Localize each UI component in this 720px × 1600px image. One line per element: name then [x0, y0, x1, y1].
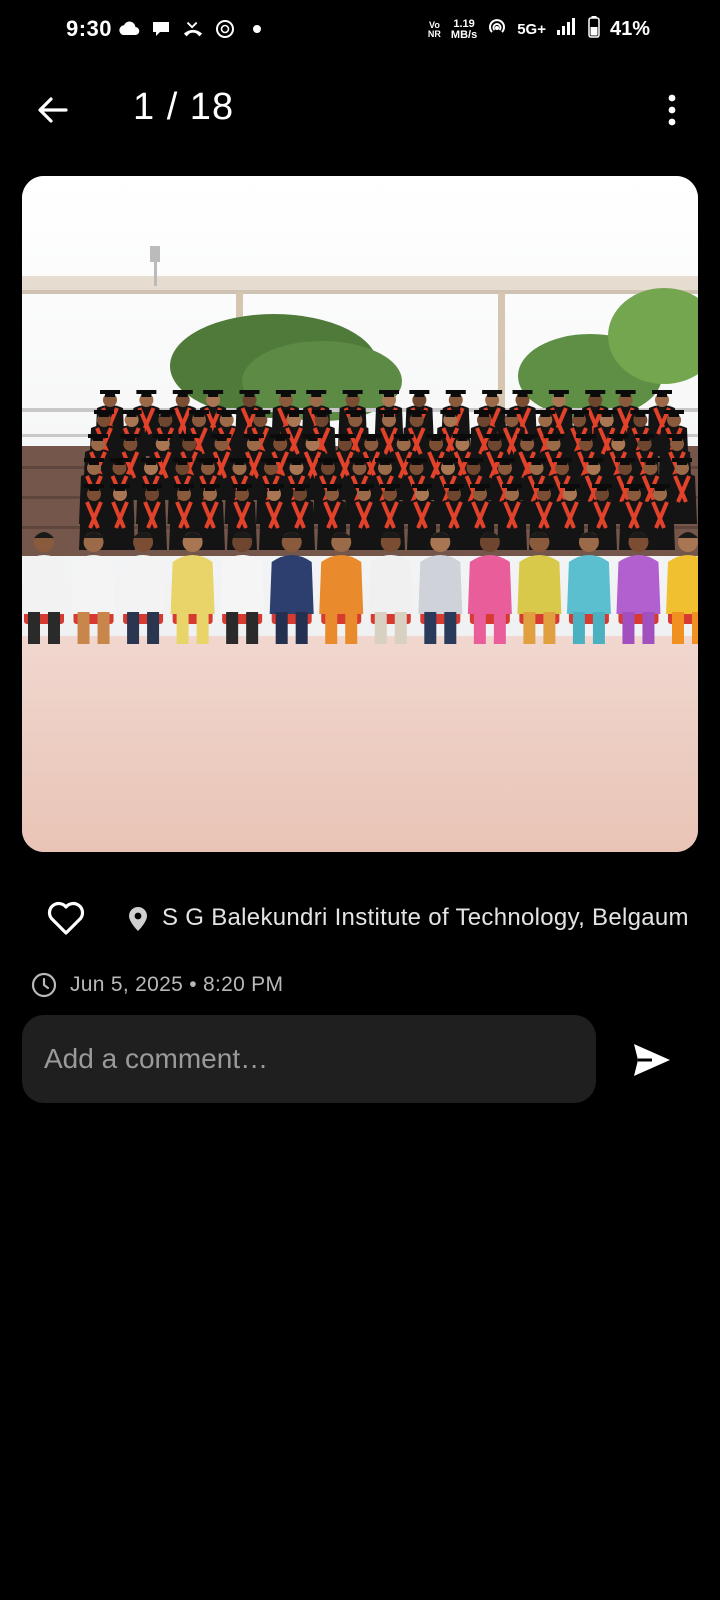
battery-icon — [588, 16, 600, 43]
more-options-button[interactable] — [660, 88, 684, 132]
location-pin-icon — [129, 907, 147, 931]
arrow-back-icon — [38, 97, 68, 123]
photo-datetime: Jun 5, 2025 • 8:20 PM — [70, 973, 284, 996]
comment-box — [22, 1015, 596, 1103]
date-row: Jun 5, 2025 • 8:20 PM — [0, 968, 720, 1004]
clock-icon — [31, 972, 57, 998]
status-bar: 9:30 Vo NR 1.19 MB/s 5G+ 41% — [0, 0, 720, 60]
cloud-icon — [118, 18, 140, 40]
more-vert-icon — [668, 94, 676, 126]
battery-percent: 41% — [609, 18, 650, 40]
photo-info-row: S G Balekundri Institute of Technology, … — [0, 890, 720, 946]
send-button[interactable] — [628, 1036, 676, 1084]
location-label[interactable]: S G Balekundri Institute of Technology, … — [162, 904, 702, 932]
dot-icon — [246, 18, 268, 40]
signal-icon — [556, 17, 578, 42]
like-button[interactable] — [44, 896, 88, 940]
status-time: 9:30 — [66, 16, 113, 41]
comment-input[interactable] — [44, 1015, 574, 1103]
network-type: 5G+ — [517, 21, 546, 38]
heart-outline-icon — [47, 901, 85, 935]
photo-counter: 1 / 18 — [133, 86, 235, 128]
viewer-top-bar: 1 / 18 — [0, 70, 720, 150]
group-photo-image — [22, 176, 698, 852]
graduates-group — [79, 390, 697, 550]
status-indicators: Vo NR 1.19 MB/s 5G+ 41% — [428, 16, 650, 43]
send-icon — [634, 1044, 670, 1076]
back-button[interactable] — [30, 88, 74, 132]
hotspot-icon — [487, 17, 507, 42]
photo-viewer[interactable] — [22, 176, 698, 852]
notification-icons — [118, 18, 268, 40]
volte-indicator: Vo NR — [427, 19, 441, 39]
chat-bubble-icon — [150, 18, 172, 40]
missed-call-icon — [182, 18, 204, 40]
network-speed: 1.19 MB/s — [450, 17, 478, 41]
openai-icon — [214, 18, 236, 40]
